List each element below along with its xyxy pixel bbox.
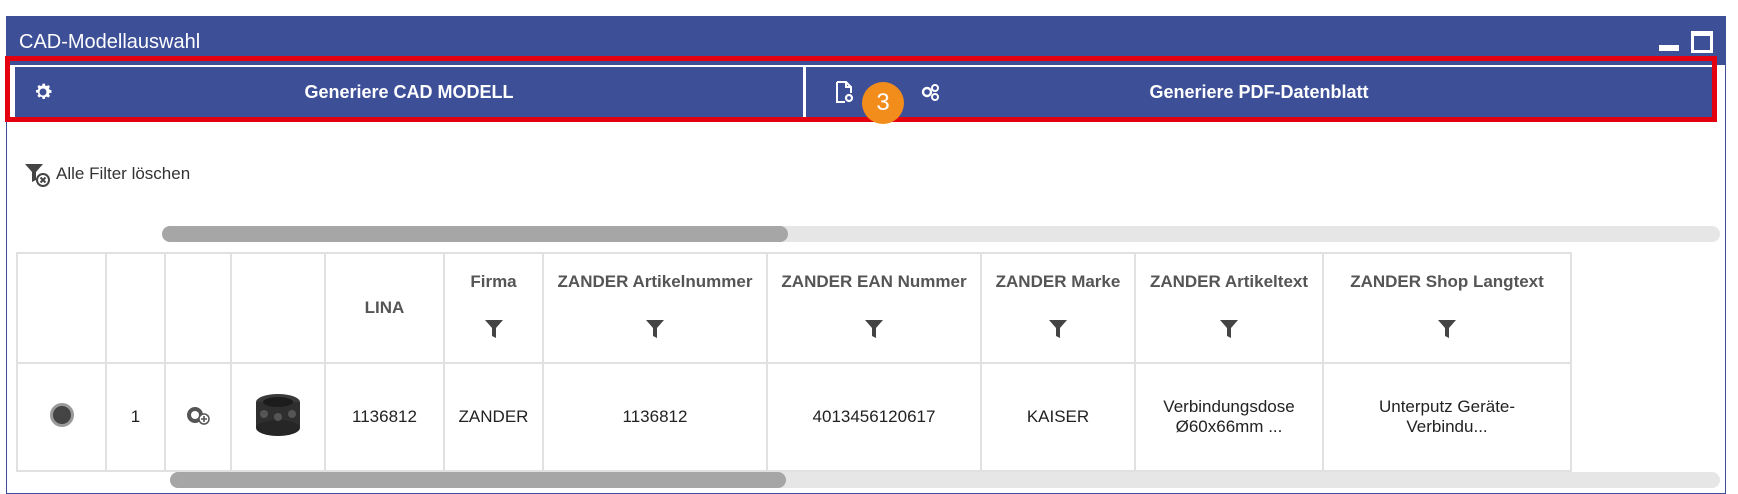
filter-icon[interactable] — [484, 320, 503, 340]
step-number-badge: 3 — [862, 82, 904, 124]
filter-clear-icon — [25, 164, 50, 187]
row-select-radio[interactable] — [49, 402, 74, 427]
cad-model-table: LINA Firma ZANDER Artikelnummer ZANDER E… — [16, 252, 1572, 472]
row-index-cell: 1 — [105, 362, 166, 472]
column-header-firma: Firma — [443, 252, 544, 364]
column-header-lina: LINA — [324, 252, 445, 364]
scrollbar-thumb[interactable] — [162, 226, 788, 242]
filter-icon[interactable] — [1220, 320, 1238, 340]
column-header-artikeltext: ZANDER Artikeltext — [1134, 252, 1324, 364]
row-action-cell[interactable] — [164, 362, 232, 472]
row-marke-cell: KAISER — [980, 362, 1136, 472]
column-header-ean-nummer: ZANDER EAN Nummer — [766, 252, 982, 364]
row-firma-cell: ZANDER — [443, 362, 544, 472]
horizontal-scrollbar-top[interactable] — [162, 226, 1720, 242]
action-column-header — [164, 252, 232, 364]
maximize-icon[interactable] — [1691, 31, 1713, 53]
column-header-shop-langtext: ZANDER Shop Langtext — [1322, 252, 1572, 364]
minimize-icon[interactable] — [1659, 45, 1679, 51]
panel-title: CAD-Modellauswahl — [19, 31, 201, 53]
row-artikelnummer-cell: 1136812 — [542, 362, 768, 472]
generate-cad-model-label: Generiere CAD MODELL — [304, 82, 514, 102]
add-3d-model-icon[interactable] — [185, 404, 211, 426]
column-header-artikelnummer: ZANDER Artikelnummer — [542, 252, 768, 364]
select-column-header — [16, 252, 107, 364]
product-thumbnail-junction-box — [256, 393, 300, 436]
row-ean-cell: 4013456120617 — [766, 362, 982, 472]
row-langtext-cell: Unterputz Geräte-Verbindu... — [1322, 362, 1572, 472]
image-column-header — [230, 252, 326, 364]
generate-cad-model-button[interactable]: Generiere CAD MODELL — [15, 67, 803, 117]
clear-all-filters-label: Alle Filter löschen — [56, 164, 191, 183]
row-lina-cell: 1136812 — [324, 362, 445, 472]
row-select-cell[interactable] — [16, 362, 107, 472]
horizontal-scrollbar-bottom[interactable] — [170, 472, 1720, 488]
scrollbar-thumb[interactable] — [170, 472, 786, 488]
row-artikeltext-cell: Verbindungsdose Ø60x66mm ... — [1134, 362, 1324, 472]
index-column-header — [105, 252, 166, 364]
filter-icon[interactable] — [646, 320, 664, 340]
filter-icon[interactable] — [865, 320, 883, 340]
table-row[interactable]: 1 1136812 ZANDER 1136812 4013456120617 K… — [16, 362, 1572, 472]
filter-icon[interactable] — [1438, 320, 1456, 340]
generate-pdf-datasheet-label: Generiere PDF-Datenblatt — [1149, 82, 1369, 102]
generate-pdf-datasheet-button[interactable]: Generiere PDF-Datenblatt — [806, 67, 1712, 117]
toolbar-highlight-frame: Generiere CAD MODELL Generiere PDF-Daten… — [5, 56, 1717, 122]
row-image-cell — [230, 362, 326, 472]
filter-icon[interactable] — [1049, 320, 1067, 340]
table-header-row: LINA Firma ZANDER Artikelnummer ZANDER E… — [16, 252, 1572, 364]
column-header-marke: ZANDER Marke — [980, 252, 1136, 364]
